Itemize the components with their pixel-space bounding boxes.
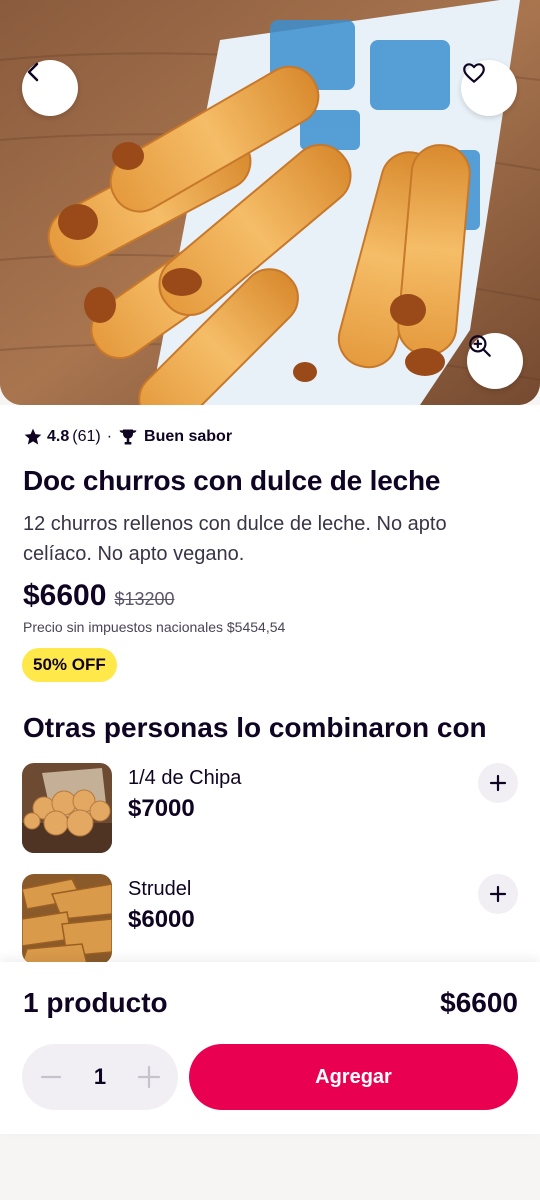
star-icon: [24, 428, 42, 445]
separator: ·: [106, 428, 113, 445]
combos-title: Otras personas lo combinaron con: [23, 712, 487, 743]
add-to-cart-button[interactable]: Agregar: [189, 1044, 518, 1110]
combo-item[interactable]: Strudel $6000: [22, 874, 518, 964]
back-arrow-icon: [27, 62, 39, 82]
summary-label: 1 producto: [23, 987, 168, 1018]
product-description: 12 churros rellenos con dulce de leche. …: [23, 513, 447, 565]
add-combo-button[interactable]: [478, 874, 518, 914]
favorite-button[interactable]: [461, 60, 517, 116]
rating-row: 4.8 (61) · Buen sabor: [23, 427, 232, 447]
summary-total: $6600: [440, 987, 518, 1018]
combo-item-name: Strudel: [128, 878, 192, 900]
product-title: Doc churros con dulce de leche: [23, 465, 441, 496]
heart-icon: [463, 63, 485, 83]
discount-badge: 50% OFF: [22, 648, 117, 682]
zoom-in-icon: [469, 335, 491, 357]
product-image[interactable]: [0, 0, 540, 405]
strudel-image: [22, 874, 112, 964]
chipa-image: [22, 763, 112, 853]
combo-item-name: 1/4 de Chipa: [128, 767, 242, 789]
quantity-stepper: 1: [22, 1044, 178, 1110]
trophy-icon: [119, 429, 137, 445]
rating-count: (61): [72, 428, 101, 445]
decrease-button[interactable]: [36, 1062, 66, 1092]
tax-note: Precio sin impuestos nacionales $5454,54: [23, 619, 286, 635]
order-footer: 1 producto $6600 1 Agregar: [0, 962, 540, 1134]
rating-value: 4.8: [47, 428, 70, 445]
plus-icon: [489, 774, 507, 792]
price-row: $6600 $13200: [23, 579, 175, 613]
quality-tag: Buen sabor: [144, 428, 233, 445]
current-price: $6600: [23, 579, 107, 612]
increase-button[interactable]: [134, 1062, 164, 1092]
original-price: $13200: [114, 589, 175, 609]
plus-icon: [137, 1065, 161, 1089]
back-button[interactable]: [22, 60, 78, 116]
combo-item-price: $6000: [128, 906, 195, 933]
add-combo-button[interactable]: [478, 763, 518, 803]
plus-icon: [489, 885, 507, 903]
product-details: 4.8 (61) · Buen sabor Doc churros con du…: [0, 405, 540, 965]
zoom-button[interactable]: [467, 333, 523, 389]
minus-icon: [40, 1075, 62, 1079]
churros-illustration: [0, 0, 540, 405]
combo-item-price: $7000: [128, 795, 195, 822]
combo-item[interactable]: 1/4 de Chipa $7000: [22, 763, 518, 853]
quantity-value: 1: [93, 1064, 107, 1089]
